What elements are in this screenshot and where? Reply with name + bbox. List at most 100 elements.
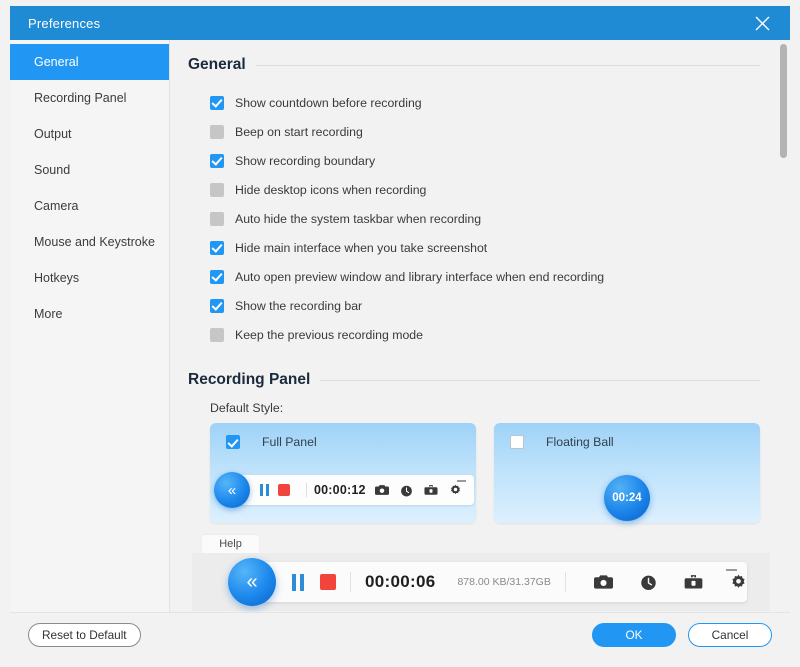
sidebar: General Recording Panel Output Sound Cam… [10, 40, 170, 612]
checkbox-checked-icon[interactable] [226, 435, 240, 449]
checkbox-checked-icon[interactable] [210, 269, 224, 284]
option-label: Hide desktop icons when recording [235, 182, 427, 197]
general-options-list: Show countdown before recording Beep on … [188, 88, 760, 349]
option-hide-main-interface[interactable]: Hide main interface when you take screen… [188, 233, 760, 262]
sidebar-item-label: Output [34, 127, 72, 141]
checkbox-unchecked-icon[interactable] [210, 124, 224, 139]
option-label: Auto open preview window and library int… [235, 269, 605, 284]
option-label: Hide main interface when you take screen… [235, 240, 488, 255]
help-tab[interactable]: Help [202, 535, 259, 553]
bar-divider [350, 572, 351, 592]
option-label: Show the recording bar [235, 298, 363, 313]
recording-panel-section: Recording Panel Default Style: Full Pane… [188, 371, 760, 523]
option-hide-desktop-icons[interactable]: Hide desktop icons when recording [188, 175, 760, 204]
clock-icon[interactable] [640, 574, 657, 591]
bar-divider [306, 483, 307, 497]
toolbox-icon[interactable] [684, 574, 703, 590]
option-label: Auto hide the system taskbar when record… [235, 211, 482, 226]
stop-icon[interactable] [320, 574, 336, 590]
sidebar-item-sound[interactable]: Sound [10, 152, 169, 188]
camera-icon[interactable] [593, 574, 613, 590]
default-style-label: Default Style: [210, 401, 284, 415]
content-scrollbar-thumb[interactable] [780, 44, 787, 158]
minimize-icon[interactable] [457, 480, 466, 482]
option-label: Keep the previous recording mode [235, 327, 423, 342]
style-card-floating-ball[interactable]: Floating Ball 00:24 [494, 423, 760, 523]
sidebar-item-label: Mouse and Keystroke [34, 235, 155, 249]
sidebar-item-hotkeys[interactable]: Hotkeys [10, 260, 169, 296]
sidebar-item-label: General [34, 55, 79, 69]
option-beep-on-start[interactable]: Beep on start recording [188, 117, 760, 146]
sidebar-item-mouse-and-keystroke[interactable]: Mouse and Keystroke [10, 224, 169, 260]
minimize-icon[interactable] [726, 569, 737, 571]
floating-ball-card-header: Floating Ball [510, 435, 760, 449]
floating-ball-preview[interactable]: 00:24 [604, 475, 650, 521]
double-chevron-left-icon[interactable]: « [228, 558, 276, 606]
option-keep-previous-mode[interactable]: Keep the previous recording mode [188, 320, 760, 349]
full-panel-preview-bar: « 00:00:12 [214, 472, 474, 508]
floating-ball-label: Floating Ball [546, 435, 614, 449]
sidebar-item-more[interactable]: More [10, 296, 169, 332]
reset-to-default-button[interactable]: Reset to Default [28, 623, 141, 647]
window-title: Preferences [28, 15, 101, 31]
sidebar-item-label: Recording Panel [34, 91, 127, 105]
sidebar-item-general[interactable]: General [10, 44, 169, 80]
checkbox-unchecked-icon[interactable] [210, 211, 224, 226]
full-panel-label: Full Panel [262, 435, 317, 449]
title-bar: Preferences [10, 6, 790, 40]
sidebar-item-label: Camera [34, 199, 79, 213]
option-auto-open-preview[interactable]: Auto open preview window and library int… [188, 262, 760, 291]
style-card-full-panel[interactable]: Full Panel « 00:00:12 [210, 423, 476, 523]
full-panel-timer: 00:00:12 [314, 483, 366, 497]
option-auto-hide-taskbar[interactable]: Auto hide the system taskbar when record… [188, 204, 760, 233]
recording-bar-preview: Help « 00:00:06 878.00 KB/31.37GB [192, 535, 770, 611]
checkbox-unchecked-icon[interactable] [210, 327, 224, 342]
settings-content: General Show countdown before recording … [170, 40, 790, 612]
gear-icon[interactable] [730, 574, 747, 591]
recording-panel-section-header: Recording Panel [188, 371, 760, 389]
double-chevron-left-icon[interactable]: « [214, 472, 250, 508]
gear-icon[interactable] [449, 484, 462, 497]
sidebar-item-camera[interactable]: Camera [10, 188, 169, 224]
section-divider [320, 379, 760, 381]
dialog-body: General Recording Panel Output Sound Cam… [10, 40, 790, 612]
sidebar-item-output[interactable]: Output [10, 116, 169, 152]
section-divider [255, 64, 760, 66]
checkbox-unchecked-icon[interactable] [210, 182, 224, 197]
general-section-header: General [188, 56, 760, 74]
ok-button[interactable]: OK [592, 623, 676, 647]
sidebar-item-label: Hotkeys [34, 271, 80, 285]
sidebar-item-recording-panel[interactable]: Recording Panel [10, 80, 169, 116]
recording-bar-row: « 00:00:06 878.00 KB/31.37GB [192, 553, 770, 611]
recording-bar-tool-icons [593, 574, 747, 591]
clock-icon[interactable] [400, 484, 413, 497]
cancel-button[interactable]: Cancel [688, 623, 772, 647]
recording-bar: « 00:00:06 878.00 KB/31.37GB [228, 558, 747, 606]
checkbox-checked-icon[interactable] [210, 240, 224, 255]
preferences-window: Preferences General Recording Panel Outp… [0, 0, 800, 667]
option-show-recording-boundary[interactable]: Show recording boundary [188, 146, 760, 175]
storage-status: 878.00 KB/31.37GB [457, 576, 551, 588]
stop-icon[interactable] [278, 484, 290, 496]
option-label: Show recording boundary [235, 153, 376, 168]
full-panel-tool-icons [374, 484, 462, 497]
style-card-group: Full Panel « 00:00:12 Floating Ball 00:2… [188, 423, 760, 523]
pause-icon[interactable] [292, 573, 304, 591]
option-show-countdown[interactable]: Show countdown before recording [188, 88, 760, 117]
recording-timer: 00:00:06 [365, 572, 436, 591]
camera-icon[interactable] [374, 484, 389, 496]
sidebar-item-label: More [34, 307, 63, 321]
option-show-recording-bar[interactable]: Show the recording bar [188, 291, 760, 320]
checkbox-checked-icon[interactable] [210, 95, 224, 110]
recording-panel-heading: Recording Panel [188, 371, 311, 388]
option-label: Show countdown before recording [235, 95, 422, 110]
full-panel-card-header: Full Panel [226, 435, 476, 449]
dialog-footer: Reset to Default OK Cancel [10, 612, 790, 657]
pause-icon[interactable] [260, 484, 269, 496]
checkbox-checked-icon[interactable] [210, 153, 224, 168]
toolbox-icon[interactable] [424, 484, 438, 496]
checkbox-unchecked-icon[interactable] [510, 435, 524, 449]
general-heading: General [188, 56, 246, 73]
close-icon[interactable] [748, 9, 776, 37]
checkbox-checked-icon[interactable] [210, 298, 224, 313]
